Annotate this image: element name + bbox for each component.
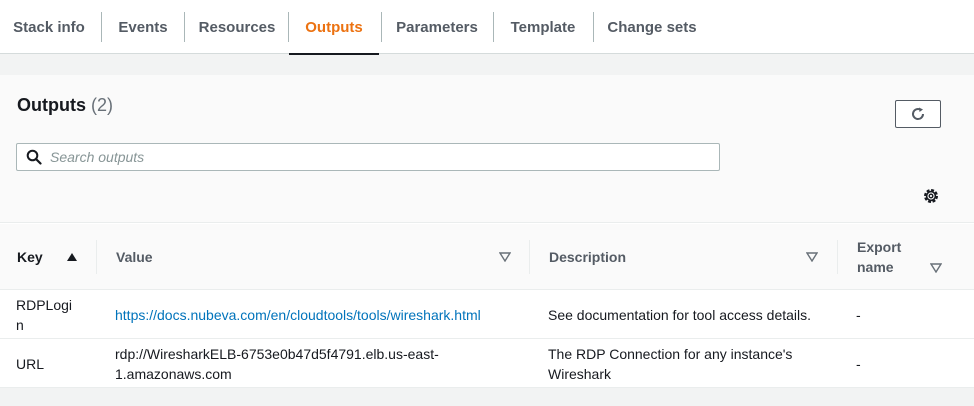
gear-icon[interactable] bbox=[921, 186, 941, 206]
column-header-key[interactable]: Key bbox=[17, 224, 43, 290]
cell-description-line: Wireshark bbox=[548, 366, 612, 382]
refresh-icon bbox=[912, 107, 925, 120]
tab-outputs[interactable]: Outputs bbox=[289, 0, 379, 55]
column-header-value[interactable]: Value bbox=[116, 224, 153, 290]
panel-header: Outputs (2) bbox=[0, 75, 974, 223]
value-link[interactable]: https://docs.nubeva.com/en/cloudtools/to… bbox=[115, 305, 481, 325]
table-row: URL rdp://WiresharkELB-6753e0b47d5f4791.… bbox=[0, 340, 974, 388]
cell-key: URL bbox=[16, 356, 45, 372]
tab-resources[interactable]: Resources bbox=[188, 0, 286, 54]
cell-description: The RDP Connection for any instance's Wi… bbox=[548, 340, 792, 388]
tab-events[interactable]: Events bbox=[104, 0, 182, 54]
tab-divider bbox=[101, 12, 102, 42]
output-count: (2) bbox=[91, 95, 114, 115]
cell-export-name: - bbox=[856, 356, 861, 372]
column-header-description[interactable]: Description bbox=[549, 224, 626, 290]
tab-divider bbox=[493, 12, 494, 42]
tab-stack-info[interactable]: Stack info bbox=[0, 0, 98, 54]
cell-value: rdp://WiresharkELB-6753e0b47d5f4791.elb.… bbox=[115, 340, 439, 388]
cell-value: https://docs.nubeva.com/en/cloudtools/to… bbox=[115, 291, 481, 339]
cell-description-line: The RDP Connection for any instance's bbox=[548, 346, 793, 362]
search-box bbox=[16, 143, 720, 171]
search-input[interactable] bbox=[50, 149, 690, 165]
outputs-panel: Outputs (2) Search outputs Key Value Des… bbox=[0, 75, 974, 388]
tab-divider bbox=[184, 12, 185, 42]
column-divider bbox=[837, 240, 838, 274]
column-divider bbox=[529, 240, 530, 274]
tab-parameters[interactable]: Parameters bbox=[384, 0, 490, 54]
cell-key-line: n bbox=[16, 317, 24, 333]
table-row: RDPLogi n https://docs.nubeva.com/en/clo… bbox=[0, 291, 974, 339]
panel-title-text: Outputs bbox=[17, 95, 86, 115]
sort-icon[interactable] bbox=[499, 224, 511, 290]
cell-value-line: rdp://WiresharkELB-6753e0b47d5f4791.elb.… bbox=[115, 346, 439, 362]
column-divider bbox=[96, 240, 97, 274]
cell-value-line: 1.amazonaws.com bbox=[115, 366, 232, 382]
tab-divider bbox=[593, 12, 594, 42]
sort-ascending-icon[interactable] bbox=[66, 224, 78, 290]
cell-description: See documentation for tool access detail… bbox=[548, 307, 812, 323]
cell-export-name: - bbox=[856, 307, 861, 323]
tab-divider bbox=[381, 12, 382, 42]
panel-title: Outputs (2) bbox=[17, 95, 113, 116]
cell-key: RDPLogi n bbox=[16, 291, 76, 339]
sort-icon[interactable] bbox=[806, 224, 818, 290]
tab-change-sets[interactable]: Change sets bbox=[598, 0, 706, 54]
cell-key-line: RDPLogi bbox=[16, 297, 73, 313]
tab-template[interactable]: Template bbox=[496, 0, 590, 54]
column-header-export-name[interactable]: Export name bbox=[857, 224, 917, 290]
refresh-button[interactable] bbox=[895, 100, 941, 128]
tab-bar: Stack info Events Resources Outputs Para… bbox=[0, 0, 974, 55]
search-icon bbox=[26, 148, 44, 166]
table-header: Key Value Description Export name bbox=[0, 224, 974, 290]
